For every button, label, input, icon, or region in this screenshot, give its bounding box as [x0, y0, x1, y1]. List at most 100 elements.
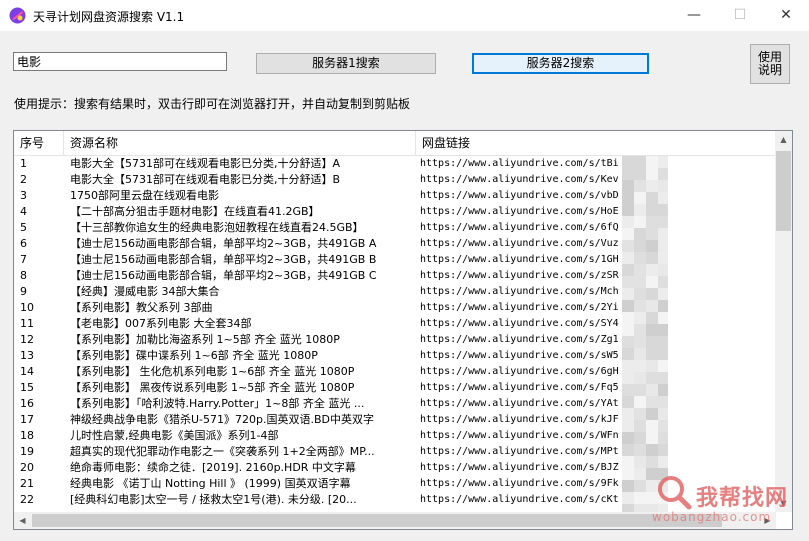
redaction-block [646, 432, 658, 444]
redaction-block [646, 156, 658, 168]
row-link: https://www.aliyundrive.com/s/WFn [420, 430, 619, 441]
redaction-block [646, 384, 658, 396]
redaction-block [634, 156, 646, 168]
redaction-block [634, 252, 646, 264]
row-index: 13 [20, 349, 34, 362]
column-header-index[interactable]: 序号 [14, 131, 64, 155]
redaction-block [622, 252, 634, 264]
row-resource-name: [经典科幻电影]太空一号 / 拯救太空1号(港). 未分级. [20... [70, 493, 357, 506]
redaction-block [658, 252, 668, 264]
redaction-block [658, 216, 668, 228]
row-link: https://www.aliyundrive.com/s/Zg1 [420, 334, 619, 345]
redaction-block [634, 396, 646, 408]
row-index: 6 [20, 237, 27, 250]
usage-tip: 使用提示：搜索有结果时，双击行即可在浏览器打开，并自动复制到剪贴板 [14, 97, 411, 111]
redaction-block [646, 276, 658, 288]
vertical-scrollbar[interactable]: ▲ ▼ [775, 131, 792, 512]
help-button-label-line1: 使用 [757, 50, 782, 64]
row-resource-name: 【系列电影】教父系列 3部曲 [70, 301, 213, 314]
app-logo-icon [9, 7, 26, 24]
row-index: 8 [20, 269, 27, 282]
redaction-block [622, 408, 634, 420]
maximize-button[interactable]: ☐ [717, 0, 763, 31]
magnifier-logo-icon [658, 476, 692, 510]
minimize-button[interactable]: — [671, 0, 717, 31]
row-link: https://www.aliyundrive.com/s/2Yi [420, 302, 619, 313]
redaction-block [634, 288, 646, 300]
results-list[interactable]: 序号 资源名称 网盘链接 1 电影大全【5731部可在线观看电影已分类,十分舒适】… [13, 130, 793, 530]
redaction-block [634, 384, 646, 396]
redaction-block [622, 168, 634, 180]
row-index: 11 [20, 317, 34, 330]
row-index: 20 [20, 461, 34, 474]
column-header-name[interactable]: 资源名称 [64, 131, 416, 155]
watermark-url: wobangzhao.com [652, 510, 772, 524]
row-link: https://www.aliyundrive.com/s/BJZ [420, 462, 619, 473]
row-index: 12 [20, 333, 34, 346]
redaction-block [622, 360, 634, 372]
redaction-block [646, 228, 658, 240]
redaction-block [646, 288, 658, 300]
row-index: 10 [20, 301, 34, 314]
redaction-block [658, 240, 668, 252]
scroll-up-icon[interactable]: ▲ [775, 131, 792, 148]
redaction-block [622, 384, 634, 396]
scroll-left-icon[interactable]: ◀ [14, 512, 31, 529]
title-bar: 天寻计划网盘资源搜索 V1.1 — ☐ ✕ [0, 0, 809, 31]
redaction-block [622, 396, 634, 408]
close-button[interactable]: ✕ [763, 0, 809, 31]
redaction-block [622, 240, 634, 252]
row-index: 14 [20, 365, 34, 378]
row-resource-name: 神级经典战争电影《猎杀U-571》720p.国英双语.BD中英双字 [70, 413, 375, 426]
server2-search-button[interactable]: 服务器2搜索 [472, 53, 649, 74]
row-link: https://www.aliyundrive.com/s/vbD [420, 190, 619, 201]
search-input[interactable] [13, 52, 227, 71]
redaction-block [622, 480, 634, 492]
redaction-block [634, 312, 646, 324]
row-link: https://www.aliyundrive.com/s/Vuz [420, 238, 619, 249]
row-index: 9 [20, 285, 27, 298]
redaction-block [622, 288, 634, 300]
redaction-block [646, 168, 658, 180]
redaction-block [646, 396, 658, 408]
redaction-block [646, 336, 658, 348]
help-button-label-line2: 说明 [757, 63, 782, 77]
redaction-block [658, 324, 668, 336]
redaction-block [658, 432, 668, 444]
horizontal-scroll-thumb[interactable] [32, 514, 722, 527]
redaction-block [634, 204, 646, 216]
row-resource-name: 【十三部教你追女生的经典电影泡妞教程在线直看24.5GB】 [70, 221, 364, 234]
row-link: https://www.aliyundrive.com/s/6gH [420, 366, 619, 377]
row-resource-name: 经典电影 《诺丁山 Notting Hill 》 (1999) 国英双语字幕 [70, 477, 351, 490]
redaction-block [646, 180, 658, 192]
row-resource-name: 电影大全【5731部可在线观看电影已分类,十分舒适】B [70, 173, 341, 186]
row-resource-name: 【二十部高分狙击手题材电影】在线直看41.2GB】 [70, 205, 320, 218]
redaction-block [658, 192, 668, 204]
redaction-block [658, 228, 668, 240]
redaction-block [646, 360, 658, 372]
redaction-block [658, 168, 668, 180]
redaction-block [622, 216, 634, 228]
redaction-block [622, 336, 634, 348]
column-header-link[interactable]: 网盘链接 [416, 131, 776, 155]
help-button[interactable]: 使用 说明 [750, 44, 790, 84]
redaction-block [658, 180, 668, 192]
row-resource-name: 【系列电影】碟中谍系列 1~6部 齐全 蓝光 1080P [70, 349, 318, 362]
redaction-block [634, 192, 646, 204]
redaction-block [634, 372, 646, 384]
redaction-block [622, 276, 634, 288]
server1-search-button[interactable]: 服务器1搜索 [256, 53, 436, 74]
redaction-block [658, 204, 668, 216]
redaction-block [622, 228, 634, 240]
redaction-block [634, 348, 646, 360]
vertical-scroll-thumb[interactable] [776, 151, 791, 231]
row-index: 5 [20, 221, 27, 234]
redaction-block [622, 348, 634, 360]
redaction-block [634, 180, 646, 192]
row-index: 19 [20, 445, 34, 458]
row-index: 7 [20, 253, 27, 266]
pixelated-redaction [622, 156, 668, 528]
row-resource-name: 儿时性启蒙,经典电影《美国派》系列1-4部 [70, 429, 279, 442]
redaction-block [658, 264, 668, 276]
redaction-block [634, 228, 646, 240]
